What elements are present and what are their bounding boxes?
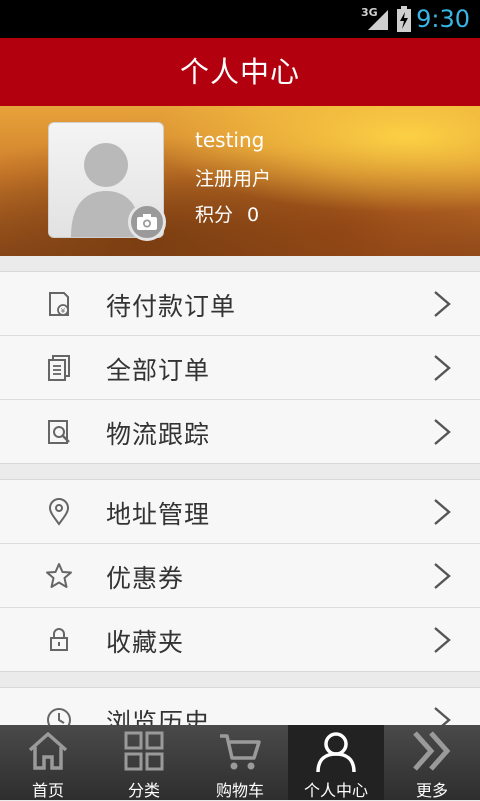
tab-label: 首页 bbox=[31, 781, 64, 800]
chevron-right-icon bbox=[434, 499, 451, 525]
cart-icon bbox=[220, 734, 261, 770]
menu-item-label: 优惠券 bbox=[106, 564, 185, 593]
menu-list[interactable]: ¥ 待付款订单 全部订单 物流跟踪 地址管理 优惠券 收藏夹 浏览历史 bbox=[0, 256, 480, 725]
bottom-tab-bar: 首页 分类 购物车 个人中心 更多 bbox=[0, 725, 480, 800]
history-icon bbox=[47, 708, 71, 725]
user-icon bbox=[316, 732, 356, 772]
chevron-right-icon bbox=[434, 355, 451, 381]
account-group: 地址管理 优惠券 收藏夹 bbox=[0, 479, 480, 672]
location-icon bbox=[48, 498, 70, 526]
section-gap bbox=[0, 464, 480, 479]
category-grid-icon bbox=[124, 731, 164, 771]
chevron-right-icon bbox=[434, 291, 451, 317]
orders-icon bbox=[48, 355, 70, 381]
battery-icon bbox=[397, 6, 411, 32]
chevron-right-icon bbox=[434, 707, 451, 725]
camera-icon bbox=[137, 214, 157, 230]
menu-item-label: 收藏夹 bbox=[106, 628, 185, 657]
tab-category[interactable]: 分类 bbox=[96, 725, 192, 800]
tab-label: 购物车 bbox=[215, 781, 264, 800]
menu-item-logistics[interactable]: 物流跟踪 bbox=[0, 400, 480, 463]
clock: 9:30 bbox=[416, 5, 470, 33]
username: testing bbox=[195, 128, 265, 152]
camera-button[interactable] bbox=[128, 203, 166, 241]
logistics-icon bbox=[48, 420, 70, 444]
points-label: 积分 bbox=[195, 204, 234, 226]
star-icon bbox=[46, 563, 72, 588]
tab-label: 个人中心 bbox=[303, 781, 368, 800]
points-value: 0 bbox=[247, 204, 260, 226]
menu-item-label: 浏览历史 bbox=[106, 708, 211, 725]
more-chevrons-icon bbox=[413, 731, 451, 771]
chevron-right-icon bbox=[434, 563, 451, 589]
tab-more[interactable]: 更多 bbox=[384, 725, 480, 800]
tab-label: 更多 bbox=[415, 781, 448, 800]
page-title-bar: 个人中心 bbox=[0, 38, 480, 106]
chevron-right-icon bbox=[434, 419, 451, 445]
signal-icon bbox=[368, 10, 388, 30]
tab-profile[interactable]: 个人中心 bbox=[288, 725, 384, 800]
pending-payment-icon: ¥ bbox=[49, 292, 69, 316]
chevron-right-icon bbox=[434, 627, 451, 653]
menu-item-address[interactable]: 地址管理 bbox=[0, 480, 480, 544]
menu-item-label: 待付款订单 bbox=[106, 292, 237, 321]
menu-item-all-orders[interactable]: 全部订单 bbox=[0, 336, 480, 400]
menu-item-coupons[interactable]: 优惠券 bbox=[0, 544, 480, 608]
lock-icon bbox=[50, 628, 68, 651]
menu-item-label: 全部订单 bbox=[106, 356, 211, 385]
tab-cart[interactable]: 购物车 bbox=[192, 725, 288, 800]
menu-item-label: 地址管理 bbox=[106, 500, 211, 529]
section-gap bbox=[0, 672, 480, 687]
user-points: 积分 0 bbox=[195, 200, 259, 227]
profile-header: testing 注册用户 积分 0 bbox=[0, 106, 480, 256]
user-role: 注册用户 bbox=[195, 168, 272, 190]
status-bar: 3G 9:30 bbox=[0, 0, 480, 38]
menu-item-label: 物流跟踪 bbox=[106, 420, 211, 449]
home-icon bbox=[28, 732, 68, 770]
menu-item-favorites[interactable]: 收藏夹 bbox=[0, 608, 480, 671]
history-group: 浏览历史 bbox=[0, 687, 480, 725]
menu-item-pending-payment[interactable]: ¥ 待付款订单 bbox=[0, 272, 480, 336]
tab-home[interactable]: 首页 bbox=[0, 725, 96, 800]
section-gap bbox=[0, 256, 480, 271]
page-title: 个人中心 bbox=[179, 55, 300, 89]
menu-item-history[interactable]: 浏览历史 bbox=[0, 688, 480, 725]
orders-group: ¥ 待付款订单 全部订单 物流跟踪 bbox=[0, 271, 480, 464]
svg-text:¥: ¥ bbox=[61, 307, 66, 315]
tab-label: 分类 bbox=[127, 781, 160, 800]
